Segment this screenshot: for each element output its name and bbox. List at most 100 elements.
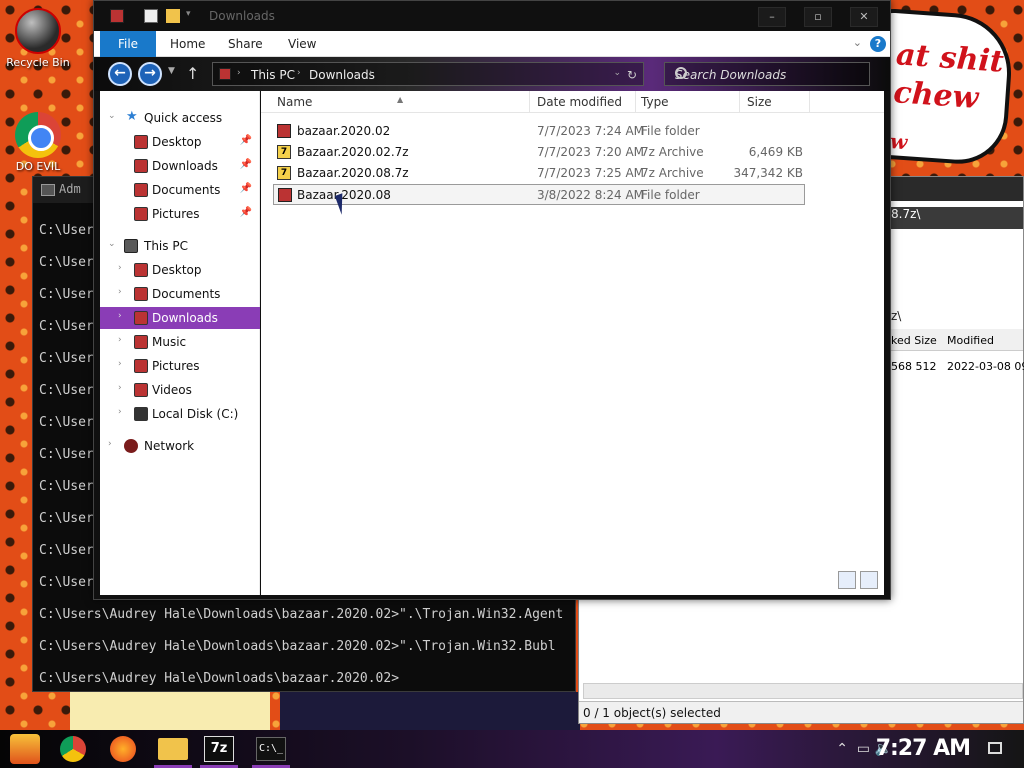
tree-this-pc[interactable]: ⌄ This PC xyxy=(100,235,260,257)
file-explorer-taskbar-icon[interactable] xyxy=(158,738,188,760)
expand-arrow-icon[interactable]: › xyxy=(118,359,122,369)
cmd-prompt-line[interactable]: C:\Users\Audrey Hale\Downloads\bazaar.20… xyxy=(39,671,399,686)
chrome-shortcut[interactable]: DO EVIL xyxy=(0,112,76,173)
expand-arrow-icon[interactable]: › xyxy=(118,407,122,417)
tree-label: Quick access xyxy=(144,111,223,125)
expand-arrow-icon[interactable]: › xyxy=(118,311,122,321)
expand-arrow-icon[interactable]: › xyxy=(108,439,112,449)
tree-pc-downloads[interactable]: › Downloads xyxy=(100,307,260,329)
sevenzip-taskbar-icon[interactable]: 7z xyxy=(204,736,234,762)
downloads-folder-icon xyxy=(134,311,148,325)
maximize-button[interactable]: ▫ xyxy=(804,7,832,27)
tree-label: Downloads xyxy=(152,159,218,173)
recycle-bin-label: Recycle Bin xyxy=(6,56,70,69)
file-row[interactable]: 7 Bazaar.2020.02.7z 7/7/2023 7:20 AM 7z … xyxy=(273,142,805,163)
expand-ribbon-icon[interactable]: ⌄ xyxy=(853,36,862,49)
help-button[interactable]: ? xyxy=(870,36,886,52)
column-divider[interactable] xyxy=(529,91,530,113)
tree-qa-downloads[interactable]: Downloads 📌 xyxy=(100,155,260,177)
tree-pc-documents[interactable]: › Documents xyxy=(100,283,260,305)
column-divider[interactable] xyxy=(635,91,636,113)
tree-network[interactable]: › Network xyxy=(100,435,260,457)
drive-icon xyxy=(134,407,148,421)
file-explorer-window[interactable]: ▾ Downloads – ▫ ✕ File Home Share View ⌄… xyxy=(93,0,891,600)
breadcrumb-this-pc[interactable]: This PC xyxy=(251,68,295,82)
column-divider[interactable] xyxy=(739,91,740,113)
show-hidden-icons-icon[interactable]: ⌃ xyxy=(836,730,848,768)
column-date-modified[interactable]: Date modified xyxy=(537,95,622,109)
column-size[interactable]: Size xyxy=(747,95,772,109)
expand-arrow-icon[interactable]: › xyxy=(118,335,122,345)
pin-icon[interactable]: 📌 xyxy=(240,135,252,146)
horizontal-scrollbar[interactable] xyxy=(583,683,1023,699)
column-headers: ▲ Name Date modified Type Size xyxy=(261,91,884,113)
refresh-icon[interactable]: ↻ xyxy=(627,68,637,82)
firefox-taskbar-icon[interactable] xyxy=(110,736,136,762)
minimize-button[interactable]: – xyxy=(758,7,786,27)
new-folder-icon[interactable] xyxy=(166,9,180,23)
file-size: 347,342 KB xyxy=(733,166,803,180)
status-bar: 0 / 1 object(s) selected xyxy=(579,701,1023,723)
sevenzip-path-input[interactable]: z\ xyxy=(891,309,901,323)
background-art-panel-dark xyxy=(280,692,580,730)
address-dropdown-icon[interactable]: ⌄ xyxy=(613,68,621,78)
recycle-bin-shortcut[interactable]: Recycle Bin xyxy=(0,8,76,69)
tree-pc-videos[interactable]: › Videos xyxy=(100,379,260,401)
file-row[interactable]: Bazaar.2020.08 3/8/2022 8:24 AM File fol… xyxy=(273,184,805,205)
notifications-icon[interactable] xyxy=(988,742,1002,754)
tree-pc-local-disk[interactable]: › Local Disk (C:) xyxy=(100,403,260,425)
column-name[interactable]: Name xyxy=(277,95,312,109)
breadcrumb-separator[interactable]: › xyxy=(297,68,301,78)
tree-qa-documents[interactable]: Documents 📌 xyxy=(100,179,260,201)
column-packed-size[interactable]: ked Size xyxy=(891,334,937,347)
explorer-titlebar[interactable]: ▾ Downloads – ▫ ✕ xyxy=(94,1,890,31)
pin-icon[interactable]: 📌 xyxy=(240,207,252,218)
breadcrumb-separator[interactable]: › xyxy=(237,68,241,78)
tree-qa-pictures[interactable]: Pictures 📌 xyxy=(100,203,260,225)
file-type: 7z Archive xyxy=(641,145,704,159)
column-type[interactable]: Type xyxy=(641,95,669,109)
breadcrumb-separator[interactable]: › xyxy=(369,68,373,78)
collapse-arrow-icon[interactable]: ⌄ xyxy=(108,239,116,249)
downloads-folder-icon xyxy=(134,159,148,173)
collapse-arrow-icon[interactable]: ⌄ xyxy=(108,111,116,121)
forward-button[interactable]: → xyxy=(138,62,162,86)
cmd-taskbar-icon[interactable]: C:\_ xyxy=(256,737,286,761)
tab-share[interactable]: Share xyxy=(228,31,263,57)
file-row[interactable]: bazaar.2020.02 7/7/2023 7:24 AM File fol… xyxy=(273,121,805,142)
back-button[interactable]: ← xyxy=(108,62,132,86)
column-divider[interactable] xyxy=(809,91,810,113)
tree-pc-pictures[interactable]: › Pictures xyxy=(100,355,260,377)
pin-icon[interactable]: 📌 xyxy=(240,159,252,170)
tree-qa-desktop[interactable]: Desktop 📌 xyxy=(100,131,260,153)
bubble-text-2: chew xyxy=(892,75,980,117)
tree-quick-access[interactable]: ⌄ ★ Quick access xyxy=(100,107,260,129)
properties-icon[interactable] xyxy=(144,9,158,23)
search-box[interactable]: Search Downloads xyxy=(664,62,870,86)
close-button[interactable]: ✕ xyxy=(850,7,878,27)
network-tray-icon[interactable]: ▭ xyxy=(857,730,870,768)
start-button[interactable] xyxy=(10,734,40,764)
address-bar[interactable]: › This PC › Downloads › ⌄ ↻ xyxy=(212,62,644,86)
tab-file[interactable]: File xyxy=(100,31,156,57)
search-placeholder: Search Downloads xyxy=(675,68,787,82)
pin-icon[interactable]: 📌 xyxy=(240,183,252,194)
customize-qat-icon[interactable]: ▾ xyxy=(186,9,200,23)
tab-view[interactable]: View xyxy=(288,31,316,57)
recent-locations-icon[interactable]: ▼ xyxy=(168,66,175,76)
breadcrumb-downloads[interactable]: Downloads xyxy=(309,68,375,82)
up-button[interactable]: ↑ xyxy=(186,64,199,83)
taskbar-clock[interactable]: 7:27 AM xyxy=(876,730,971,768)
tab-home[interactable]: Home xyxy=(170,31,205,57)
file-row[interactable]: 7 Bazaar.2020.08.7z 7/7/2023 7:25 AM 7z … xyxy=(273,163,805,184)
expand-arrow-icon[interactable]: › xyxy=(118,287,122,297)
column-modified[interactable]: Modified xyxy=(947,334,994,347)
tree-pc-desktop[interactable]: › Desktop xyxy=(100,259,260,281)
pictures-folder-icon xyxy=(134,359,148,373)
details-view-button[interactable] xyxy=(838,571,856,589)
expand-arrow-icon[interactable]: › xyxy=(118,263,122,273)
chrome-taskbar-icon[interactable] xyxy=(60,736,86,762)
expand-arrow-icon[interactable]: › xyxy=(118,383,122,393)
tree-pc-music[interactable]: › Music xyxy=(100,331,260,353)
large-icons-view-button[interactable] xyxy=(860,571,878,589)
